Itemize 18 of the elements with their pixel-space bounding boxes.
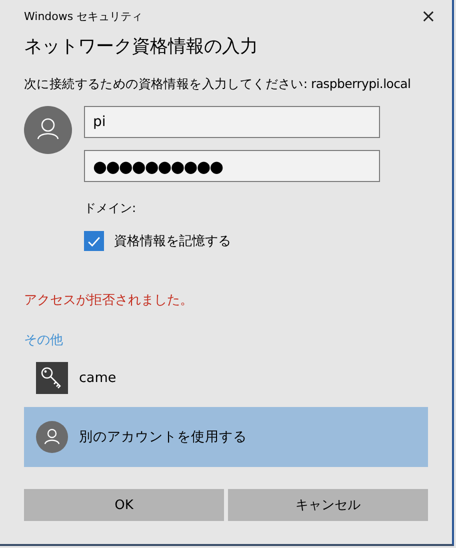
prompt-text: 次に接続するための資格情報を入力してください: raspberrypi.local <box>24 76 412 93</box>
account-option[interactable]: 別のアカウントを使用する <box>24 407 428 467</box>
remember-label: 資格情報を記憶する <box>114 233 231 250</box>
close-button[interactable]: × <box>418 6 438 26</box>
other-options-label: その他 <box>24 332 64 349</box>
remember-checkbox[interactable] <box>84 231 104 251</box>
account-option[interactable]: came <box>24 361 428 395</box>
username-field[interactable]: pi <box>84 106 380 138</box>
ok-button[interactable]: OK <box>24 489 224 521</box>
error-message: アクセスが拒否されました。 <box>24 292 194 309</box>
password-field[interactable]: ●●●●●●●●●● <box>84 150 380 182</box>
user-icon <box>36 421 68 453</box>
window-title: Windows セキュリティ <box>24 8 143 24</box>
key-icon <box>36 362 68 394</box>
user-avatar-icon <box>24 106 72 154</box>
domain-label: ドメイン: <box>84 200 138 217</box>
dialog-heading: ネットワーク資格情報の入力 <box>24 35 259 59</box>
cancel-button[interactable]: キャンセル <box>228 489 428 521</box>
